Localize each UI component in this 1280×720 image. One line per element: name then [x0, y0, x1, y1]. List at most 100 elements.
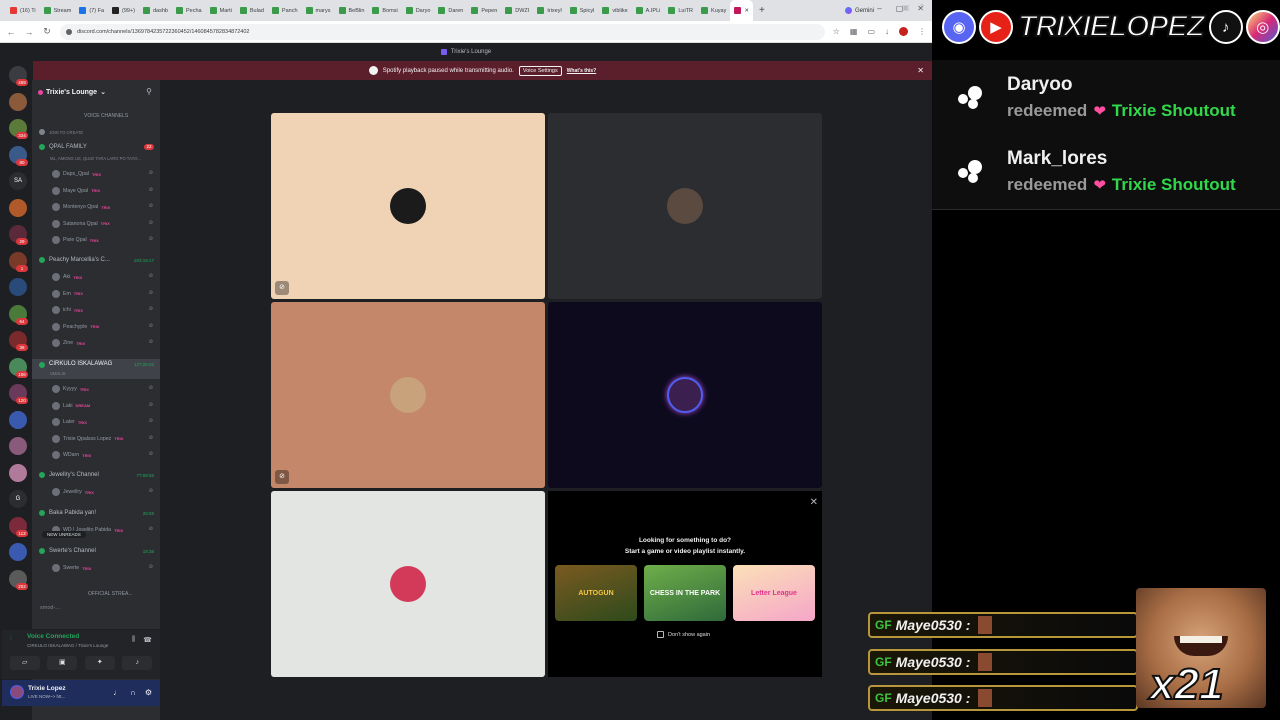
voice-user[interactable]: Swerte TRIX — [52, 564, 91, 572]
voice-user[interactable]: Trixie Qpalsss Lopez TRIX — [52, 434, 123, 443]
minimize-button[interactable]: – — [877, 4, 881, 13]
close-icon[interactable]: ✕ — [810, 497, 818, 508]
server-icon[interactable] — [9, 437, 27, 455]
browser-tab[interactable]: Panch — [268, 0, 302, 21]
server-icon[interactable] — [9, 278, 27, 296]
voice-user[interactable]: Maye Qpal TRIX — [52, 186, 100, 195]
profile-avatar[interactable] — [899, 27, 908, 36]
voice-user[interactable]: Kyyyy TRIX — [52, 385, 89, 393]
browser-tab[interactable]: BeBlin — [335, 0, 369, 21]
inbox-icon[interactable]: ▣ — [902, 3, 910, 12]
video-tile[interactable] — [548, 113, 822, 299]
browser-tab[interactable]: Marti — [206, 0, 236, 21]
channel-join-to-create[interactable]: JOIN TO CREATE — [32, 129, 160, 135]
voice-user[interactable]: Aki TRIX — [52, 273, 82, 281]
url-field[interactable]: discord.com/channels/1369784235722360452… — [60, 23, 825, 40]
screen-share-button[interactable]: ▣ — [47, 656, 78, 670]
browser-tab[interactable]: Pecha — [172, 0, 206, 21]
game-chess-in-the-park[interactable]: CHESS IN THE PARK — [644, 565, 726, 621]
video-tile[interactable] — [271, 491, 545, 677]
browser-tab[interactable]: marys — [302, 0, 335, 21]
server-icon[interactable] — [9, 543, 27, 561]
video-tile[interactable]: ⊘ — [271, 302, 545, 488]
voice-user[interactable]: Zine TRIX — [52, 339, 85, 347]
tab-gemini[interactable]: Gemini — [844, 0, 874, 21]
browser-tab[interactable]: (16) Ti — [6, 0, 40, 21]
game-letter-league[interactable]: Letter League — [733, 565, 815, 621]
soundboard-button[interactable]: ♪ — [122, 656, 153, 670]
new-tab-button[interactable]: + — [753, 5, 771, 16]
close-tab-icon[interactable]: ✕ — [744, 8, 749, 14]
channel-smod[interactable]: smod-... — [32, 605, 160, 611]
disconnect-icon[interactable]: ☎ — [143, 636, 152, 644]
camera-button[interactable]: ▱ — [9, 656, 40, 670]
video-tile[interactable] — [548, 302, 822, 488]
download-icon[interactable]: ↓ — [885, 27, 889, 36]
browser-tab[interactable]: (99+) — [108, 0, 139, 21]
dont-show-again[interactable]: Don't show again — [657, 631, 710, 638]
microphone-icon[interactable]: ♩ — [113, 688, 121, 697]
voice-channel-path[interactable]: CIRKULO ISKALAWAG / Trixie's Lounge — [27, 643, 108, 648]
category-official[interactable]: OFFICIAL STREA... — [32, 591, 160, 597]
extensions-icon[interactable]: ▦ — [850, 27, 858, 36]
voice-user[interactable]: Satanona Qpal TRIX — [52, 219, 110, 228]
add-member-icon[interactable]: ⚲ — [146, 87, 152, 96]
browser-tab[interactable]: Daren — [434, 0, 467, 21]
channel-cirkulo[interactable]: CIRKULO ISKALAWAG 127:26:02 UMALIS — [32, 359, 160, 379]
voice-user[interactable]: Later TRIX — [52, 418, 87, 426]
server-icon[interactable]: SA — [9, 172, 27, 190]
checkbox[interactable] — [657, 631, 664, 638]
voice-settings-button[interactable]: Voice Settings — [518, 65, 562, 76]
voice-user[interactable]: Peachyple TRIX — [52, 322, 99, 331]
help-icon[interactable]: ? — [920, 3, 924, 12]
server-icon[interactable] — [9, 463, 27, 482]
browser-tab[interactable]: Pepen — [467, 0, 501, 21]
activity-button[interactable]: ✦ — [84, 656, 115, 670]
game-autogun[interactable]: AUTOGUN — [555, 565, 637, 621]
channel-swerte[interactable]: Swerte's Channel 18:38 — [32, 548, 160, 554]
whats-this-link[interactable]: What's this? — [567, 68, 597, 74]
bookmark-star-icon[interactable]: ☆ — [833, 27, 840, 36]
browser-tab[interactable]: DWZI — [501, 0, 533, 21]
browser-tab[interactable]: viblike — [598, 0, 631, 21]
noise-suppression-icon[interactable]: ⫼ — [132, 636, 135, 644]
browser-tab[interactable]: LuiTR — [664, 0, 697, 21]
menu-icon[interactable]: ⋮ — [918, 27, 926, 36]
server-icon[interactable]: G — [9, 490, 27, 508]
headphones-icon[interactable]: ∩ — [130, 688, 136, 697]
browser-tab[interactable]: A.IPLi — [632, 0, 665, 21]
new-unreads-pill[interactable]: NEW UNREADS — [42, 531, 86, 538]
voice-user[interactable]: Pixie Qpal TRIX — [52, 236, 99, 244]
browser-tab[interactable]: Spicyl — [566, 0, 599, 21]
browser-tab[interactable]: trixeyl — [533, 0, 565, 21]
close-notice-icon[interactable]: ✕ — [917, 66, 924, 75]
browser-tab[interactable]: Daryo — [402, 0, 435, 21]
category-voice-channels[interactable]: VOICE CHANNELS — [32, 113, 160, 119]
channel-baka[interactable]: Baka Pabida yan! 25:59 — [32, 510, 160, 516]
voice-user[interactable]: Montenyo Qpal TRIX — [52, 203, 110, 211]
signal-icon[interactable]: ⫶ — [10, 635, 12, 643]
gear-icon[interactable]: ⚙ — [145, 688, 152, 697]
channel-peachy[interactable]: Peachy Marcellia's C... 203:19:17 — [32, 257, 160, 263]
server-header[interactable]: Trixie's Lounge ⌄ — [38, 88, 106, 96]
voice-user[interactable]: Laki DREAM — [52, 401, 90, 410]
site-info-icon[interactable] — [66, 28, 72, 35]
browser-tab[interactable]: Bomsi — [368, 0, 401, 21]
browser-tab-active[interactable]: ✕ — [730, 0, 753, 21]
browser-tab[interactable]: Bulad — [236, 0, 268, 21]
server-icon[interactable] — [9, 410, 27, 429]
reload-icon[interactable]: ↻ — [42, 26, 52, 37]
server-icon[interactable] — [9, 92, 27, 111]
avatar[interactable] — [10, 685, 24, 699]
channel-qpal-family[interactable]: QPAL FAMILY 22 — [32, 144, 160, 150]
cast-icon[interactable]: ▭ — [867, 27, 875, 36]
voice-user[interactable]: WDarn TRIX — [52, 451, 91, 459]
channel-jewellery[interactable]: Jewellry's Channel 77:08:56 — [32, 472, 160, 478]
forward-icon[interactable]: → — [24, 27, 34, 37]
voice-user[interactable]: Daps_Qpal TRIX — [52, 170, 101, 178]
voice-user[interactable]: ichi TRIX — [52, 306, 83, 314]
browser-tab[interactable]: Kuyay — [697, 0, 730, 21]
voice-user[interactable]: Em TRIX — [52, 289, 83, 298]
voice-user[interactable]: Jewellry TRIX — [52, 488, 94, 496]
video-tile[interactable]: ⊘ — [271, 113, 545, 299]
